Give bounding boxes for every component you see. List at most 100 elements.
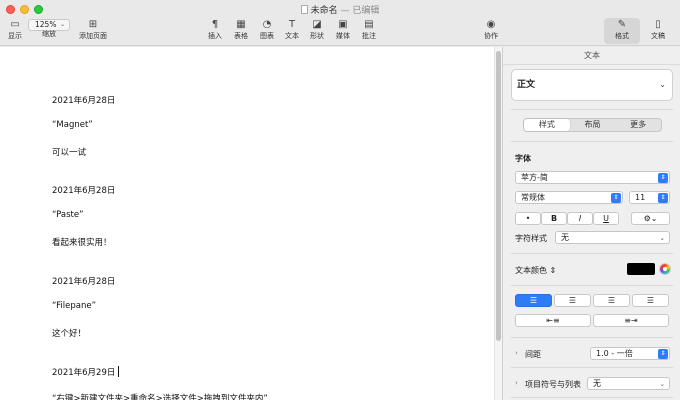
format-button[interactable]: ✎ 格式 — [607, 18, 637, 42]
justify-button[interactable]: ☰ — [632, 294, 669, 307]
stepper-icon: ⇕ — [549, 266, 557, 275]
doc-line: 可以一试 — [52, 148, 87, 158]
text-options-button[interactable]: ⚙⌄ — [631, 212, 670, 225]
color-wheel-icon[interactable] — [659, 263, 671, 275]
indent-icon: ≡⇥ — [624, 316, 638, 325]
align-center-icon: ☰ — [568, 296, 577, 305]
chevron-down-icon: ⌄ — [659, 80, 666, 89]
underline-button[interactable]: U — [593, 212, 619, 225]
collaborate-icon: ◉ — [486, 19, 496, 30]
divider — [511, 285, 673, 286]
spacing-select[interactable]: 1.0 - 一倍 ⇕ — [590, 347, 670, 360]
text-color-label: 文本颜色 ⇕ — [515, 265, 556, 276]
divider — [511, 141, 673, 142]
paragraph-style-select[interactable]: 正文 ⌄ — [511, 69, 673, 101]
tab-style[interactable]: 样式 — [524, 119, 570, 131]
zoom-label: 缩放 — [42, 30, 56, 38]
sidebar-tabs: 样式 布局 更多 — [523, 118, 662, 132]
doc-line: “Magnet” — [52, 120, 93, 130]
stepper-icon: ⇕ — [658, 173, 668, 183]
increase-indent-button[interactable]: ≡⇥ — [593, 314, 669, 327]
spacing-value: 1.0 - 一倍 — [596, 349, 633, 358]
divider — [511, 367, 673, 368]
chevron-down-icon: ⌄ — [659, 380, 665, 388]
zoom-value: 125% — [35, 20, 57, 29]
window-title-text: 未命名 — [310, 6, 338, 16]
doc-line-current: 2021年6月29日 — [52, 366, 120, 378]
align-right-button[interactable]: ☰ — [593, 294, 630, 307]
comment-icon: ▤ — [364, 19, 374, 30]
gear-icon: ⚙⌄ — [643, 214, 658, 223]
document-label: 文稿 — [651, 32, 665, 40]
font-family-select[interactable]: 苹方-简 ⇕ — [515, 171, 670, 184]
italic-button[interactable]: I — [567, 212, 593, 225]
format-label: 格式 — [615, 32, 629, 40]
font-weight-value: 常规体 — [521, 193, 545, 202]
add-page-label: 添加页面 — [79, 32, 107, 40]
window-title: 未命名 — 已编辑 — [0, 3, 680, 16]
zoom-label-wrap: 缩放 — [34, 29, 64, 40]
divider — [511, 397, 673, 398]
spacing-label: 间距 — [525, 350, 541, 359]
doc-line: “右键>新建文件夹>重命名>选择文件>拖拽到文件夹内” — [52, 394, 268, 400]
brush-icon: ✎ — [617, 19, 627, 30]
indent-buttons: ⇤≡ ≡⇥ — [515, 314, 669, 327]
divider — [511, 337, 673, 338]
doc-line: 看起来很实用！ — [52, 238, 112, 248]
window-title-status: — 已编辑 — [340, 6, 380, 16]
document-scrollbar[interactable] — [494, 47, 502, 400]
collaborate-label: 协作 — [484, 32, 498, 40]
paragraph-style-value: 正文 — [517, 80, 536, 90]
text-color-label-text: 文本颜色 — [515, 266, 547, 275]
document-icon — [300, 5, 308, 14]
window-toolbar: 未命名 — 已编辑 ▭ 显示 125% ⌄ 缩放 ⊞ 添加页面 ¶ 插入 ▦ 表… — [0, 0, 680, 46]
doc-line: “Filepane” — [52, 301, 96, 311]
document-panel-icon: ▯ — [655, 19, 661, 30]
align-center-button[interactable]: ☰ — [554, 294, 591, 307]
font-section-label: 字体 — [515, 154, 531, 163]
bullets-select[interactable]: 无 ⌄ — [587, 377, 670, 390]
doc-line: 2021年6月28日 — [52, 96, 116, 106]
comment-button[interactable]: ▤ 批注 — [354, 18, 384, 42]
font-size-value: 11 — [635, 193, 646, 202]
chevron-down-icon: ⌄ — [659, 234, 665, 242]
chevron-right-icon[interactable]: › — [515, 379, 518, 387]
text-caret — [118, 366, 120, 377]
char-style-label: 字符样式 — [515, 234, 547, 243]
justify-icon: ☰ — [646, 296, 655, 305]
doc-line: 2021年6月28日 — [52, 277, 116, 287]
font-weight-select[interactable]: 常规体 ⇕ — [515, 191, 623, 204]
align-left-button[interactable]: ☰ — [515, 294, 552, 307]
scrollbar-thumb[interactable] — [496, 51, 501, 341]
bullets-label: 项目符号与列表 — [525, 380, 581, 389]
stepper-icon: ⇕ — [611, 193, 621, 203]
doc-line-text: 2021年6月29日 — [52, 368, 116, 378]
doc-line: 这个好！ — [52, 329, 87, 339]
doc-line: “Paste” — [52, 210, 84, 220]
align-left-icon: ☰ — [529, 296, 538, 305]
sidebar-icon: ▭ — [10, 19, 20, 30]
tab-more[interactable]: 更多 — [615, 119, 661, 131]
font-size-field[interactable]: 11 ⇕ — [629, 191, 670, 204]
document-button[interactable]: ▯ 文稿 — [643, 18, 673, 42]
align-right-icon: ☰ — [607, 296, 616, 305]
add-page-button[interactable]: ⊞ 添加页面 — [77, 18, 109, 42]
collaborate-button[interactable]: ◉ 协作 — [476, 18, 506, 42]
document-canvas[interactable]: 2021年6月28日 “Magnet” 可以一试 2021年6月28日 “Pas… — [0, 47, 502, 400]
stepper-icon: ⇕ — [658, 349, 668, 359]
chevron-right-icon[interactable]: › — [515, 349, 518, 357]
text-color-swatch[interactable] — [627, 263, 655, 275]
char-style-select[interactable]: 无 ⌄ — [555, 231, 670, 244]
font-family-value: 苹方-简 — [521, 173, 548, 182]
bold-button[interactable]: B — [541, 212, 567, 225]
view-button[interactable]: ▭ 显示 — [0, 18, 30, 42]
decrease-indent-button[interactable]: ⇤≡ — [515, 314, 591, 327]
tab-layout[interactable]: 布局 — [570, 119, 616, 131]
sidebar-header: 文本 — [503, 47, 680, 65]
format-sidebar: 文本 正文 ⌄ 样式 布局 更多 字体 苹方-简 ⇕ 常规体 ⇕ 11 ⇕ • … — [502, 47, 680, 400]
outdent-icon: ⇤≡ — [546, 316, 560, 325]
divider — [511, 253, 673, 254]
font-options-button[interactable]: • — [515, 212, 541, 225]
divider — [511, 109, 673, 110]
comment-label: 批注 — [362, 32, 376, 40]
